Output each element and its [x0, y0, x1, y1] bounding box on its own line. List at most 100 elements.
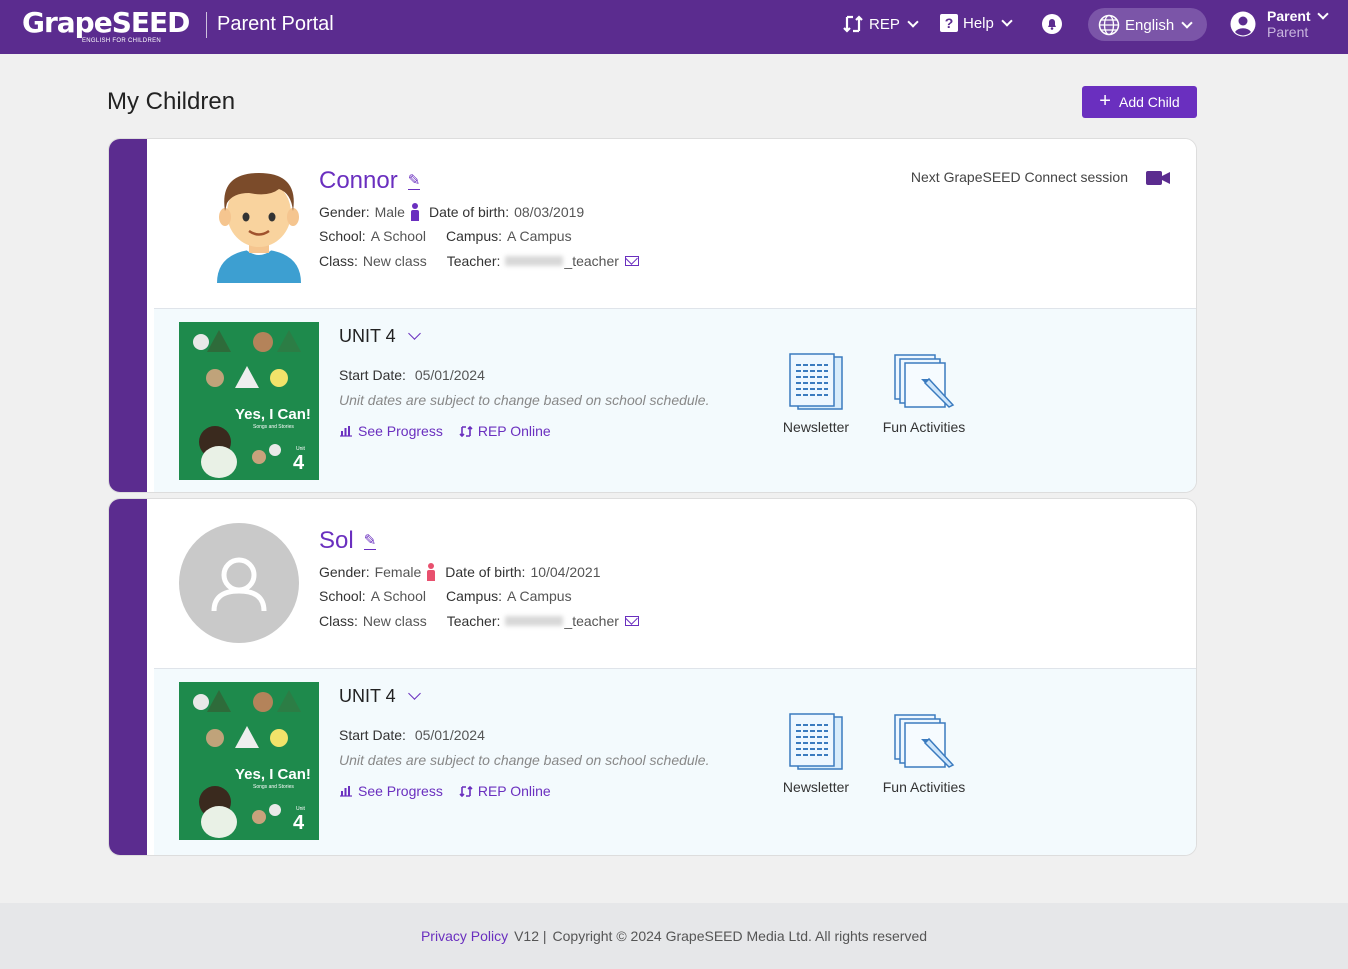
- newsletter-icon: [789, 353, 843, 410]
- top-navbar: GrapeSEED ENGLISH FOR CHILDREN Parent Po…: [0, 0, 1348, 54]
- see-progress-link[interactable]: See Progress: [339, 423, 443, 439]
- fun-activities-tile[interactable]: Fun Activities: [874, 713, 974, 795]
- child-info: Connor ✎ Gender: Male Date of birth: 08/…: [147, 139, 1196, 307]
- book-unit-number: 4: [293, 452, 305, 474]
- mail-icon[interactable]: [624, 616, 639, 626]
- fun-activities-label: Fun Activities: [882, 419, 966, 435]
- newsletter-label: Newsletter: [782, 419, 850, 435]
- fun-activities-icon: [894, 714, 955, 768]
- copyright-text: Copyright © 2024 GrapeSEED Media Ltd. Al…: [552, 928, 928, 944]
- school-row: School: A School Campus: A Campus: [319, 588, 592, 604]
- see-progress-label: See Progress: [358, 423, 443, 439]
- language-selector[interactable]: English: [1088, 8, 1207, 41]
- school-value: A School: [370, 588, 426, 604]
- user-role: Parent: [1267, 24, 1309, 40]
- class-value: New class: [362, 253, 427, 269]
- teacher-value: _teacher: [564, 613, 619, 629]
- teacher-value: _teacher: [564, 253, 619, 269]
- pencil-icon[interactable]: ✎: [363, 533, 377, 550]
- rep-online-label: REP Online: [477, 783, 551, 799]
- teacher-label: Teacher:: [446, 253, 501, 269]
- connect-session-label: Next GrapeSEED Connect session: [910, 169, 1128, 185]
- rep-icon: [843, 15, 863, 33]
- chevron-down-icon: [1181, 17, 1193, 29]
- help-menu[interactable]: ? Help: [940, 14, 1013, 32]
- school-label: School:: [319, 588, 366, 604]
- newsletter-tile[interactable]: Newsletter: [766, 353, 866, 435]
- class-row: Class: New class Teacher: _teacher: [319, 253, 639, 269]
- grapeseed-logo[interactable]: GrapeSEED ENGLISH FOR CHILDREN: [22, 6, 200, 46]
- unit-links: See Progress REP Online: [339, 783, 551, 799]
- unit-title: UNIT 4: [339, 326, 396, 346]
- add-child-label: Add Child: [1118, 94, 1180, 110]
- child-name: Connor ✎: [319, 167, 421, 195]
- redacted-teacher-name: [505, 256, 564, 266]
- version-label: V12 |: [514, 928, 547, 944]
- user-menu[interactable]: Parent Parent: [1230, 8, 1329, 40]
- campus-value: A Campus: [507, 228, 572, 244]
- redacted-teacher-name: [505, 616, 564, 626]
- unit-panel: Yes, I Can! Songs and Stories Unit 4 UNI…: [154, 308, 1196, 492]
- newsletter-icon: [789, 713, 843, 770]
- campus-label: Campus:: [445, 228, 502, 244]
- school-row: School: A School Campus: A Campus: [319, 228, 592, 244]
- school-label: School:: [319, 228, 366, 244]
- newsletter-tile[interactable]: Newsletter: [766, 713, 866, 795]
- campus-label: Campus:: [445, 588, 502, 604]
- video-camera-icon[interactable]: [1146, 171, 1170, 185]
- dob-label: Date of birth:: [428, 204, 510, 220]
- rep-icon: [459, 425, 473, 437]
- chevron-down-icon: [407, 687, 421, 700]
- user-icon: [1230, 11, 1256, 37]
- boy-avatar: [217, 173, 301, 283]
- rep-online-link[interactable]: REP Online: [459, 423, 551, 439]
- privacy-policy-link[interactable]: Privacy Policy: [421, 928, 508, 944]
- add-child-button[interactable]: + Add Child: [1082, 86, 1197, 118]
- plus-icon: +: [1099, 90, 1111, 112]
- child-name-text: Sol: [319, 527, 354, 554]
- newsletter-label: Newsletter: [782, 779, 850, 795]
- rep-menu[interactable]: REP: [842, 14, 919, 34]
- book-title: Yes, I Can!: [235, 406, 311, 423]
- class-label: Class:: [319, 253, 358, 269]
- start-date-row: Start Date: 05/01/2024: [339, 367, 485, 383]
- default-avatar: [179, 523, 299, 643]
- notifications-button[interactable]: [1041, 13, 1063, 35]
- class-label: Class:: [319, 613, 358, 629]
- start-date-value: 05/01/2024: [414, 727, 485, 743]
- unit-links: See Progress REP Online: [339, 423, 551, 439]
- card-accent-stripe: [109, 499, 147, 855]
- user-text: Parent Parent: [1267, 8, 1329, 40]
- book-subtitle: Songs and Stories: [253, 784, 294, 790]
- see-progress-label: See Progress: [358, 783, 443, 799]
- book-cover[interactable]: Yes, I Can! Songs and Stories Unit 4: [179, 682, 319, 840]
- language-selector-content: English: [1098, 14, 1193, 36]
- chart-icon: [340, 786, 352, 797]
- child-info: Sol ✎ Gender: Female Date of birth: 10/0…: [147, 499, 1196, 667]
- chart-icon: [340, 426, 352, 437]
- unit-selector[interactable]: UNIT 4: [339, 326, 421, 347]
- dob-value: 08/03/2019: [514, 204, 585, 220]
- schedule-note: Unit dates are subject to change based o…: [339, 392, 710, 408]
- unit-selector[interactable]: UNIT 4: [339, 686, 421, 707]
- start-date-label: Start Date:: [339, 727, 406, 743]
- mail-icon[interactable]: [624, 256, 639, 266]
- campus-value: A Campus: [507, 588, 572, 604]
- chevron-down-icon: [907, 16, 919, 28]
- start-date-label: Start Date:: [339, 367, 406, 383]
- page-title: My Children: [107, 88, 236, 115]
- book-unit-number: 4: [293, 812, 305, 834]
- fun-activities-tile[interactable]: Fun Activities: [874, 353, 974, 435]
- rep-online-link[interactable]: REP Online: [459, 783, 551, 799]
- class-row: Class: New class Teacher: _teacher: [319, 613, 639, 629]
- rep-icon: [459, 785, 473, 797]
- pencil-icon[interactable]: ✎: [407, 173, 421, 190]
- fun-activities-icon: [894, 354, 955, 408]
- rep-menu-label: REP: [869, 15, 900, 33]
- globe-icon: [1098, 14, 1120, 36]
- chevron-down-icon: [1316, 8, 1329, 20]
- book-cover[interactable]: Yes, I Can! Songs and Stories Unit 4: [179, 322, 319, 480]
- book-title: Yes, I Can!: [235, 766, 311, 783]
- see-progress-link[interactable]: See Progress: [339, 783, 443, 799]
- start-date-value: 05/01/2024: [414, 367, 485, 383]
